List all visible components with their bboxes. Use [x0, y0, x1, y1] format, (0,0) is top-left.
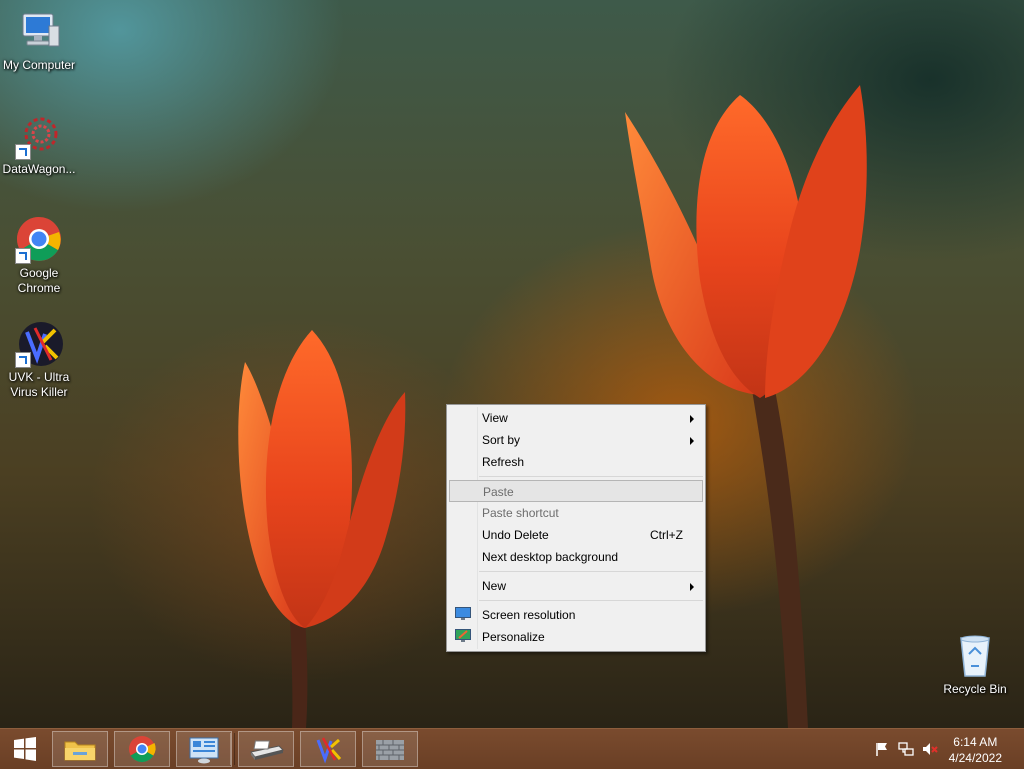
- menu-item-screen-resolution[interactable]: Screen resolution: [449, 604, 703, 626]
- taskbar-chrome[interactable]: [114, 731, 170, 767]
- menu-item-label: View: [482, 411, 508, 425]
- clock[interactable]: 6:14 AM 4/24/2022: [949, 734, 1002, 766]
- menu-separator: [479, 476, 703, 477]
- menu-separator: [479, 600, 703, 601]
- desktop-icon-label: DataWagon...: [2, 162, 76, 176]
- menu-item-label: Sort by: [482, 433, 521, 447]
- submenu-arrow-icon: [690, 415, 694, 423]
- taskbar-control-panel[interactable]: [176, 731, 232, 767]
- menu-item-next-desktop-background[interactable]: Next desktop background: [449, 546, 703, 568]
- menu-item-new[interactable]: New: [449, 575, 703, 597]
- screen-resolution-icon: [455, 607, 471, 620]
- menu-item-label: New: [482, 579, 507, 593]
- menu-item-shortcut: Ctrl+Z: [650, 528, 683, 542]
- chrome-icon: [129, 736, 156, 763]
- menu-item-paste[interactable]: Paste: [449, 480, 703, 502]
- taskbar-divider: [230, 733, 235, 765]
- taskbar-scanner[interactable]: [238, 731, 294, 767]
- windows-start-icon: [14, 737, 36, 761]
- network-icon[interactable]: [898, 741, 914, 757]
- computer-icon: [15, 8, 63, 56]
- control-panel-icon: [189, 737, 219, 764]
- menu-item-personalize[interactable]: Personalize: [449, 626, 703, 648]
- system-tray: [868, 729, 958, 769]
- desktop-wallpaper[interactable]: My Computer DataWagon... Google Chrome U…: [0, 0, 1024, 728]
- taskbar-uvk[interactable]: [300, 731, 356, 767]
- menu-item-label: Undo Delete: [482, 528, 549, 542]
- datawagon-icon: [15, 112, 63, 160]
- menu-item-view[interactable]: View: [449, 407, 703, 429]
- scanner-icon: [250, 740, 284, 760]
- menu-item-label: Paste shortcut: [482, 506, 559, 520]
- desktop-context-menu: View Sort by Refresh Paste Paste shortcu…: [446, 404, 706, 652]
- shortcut-arrow-icon: [15, 248, 31, 264]
- uvk-icon: [316, 737, 342, 764]
- start-button[interactable]: [4, 733, 44, 765]
- desktop-icon-label: My Computer: [2, 58, 76, 72]
- submenu-arrow-icon: [690, 437, 694, 445]
- personalize-icon: [455, 629, 471, 642]
- desktop-icon-label: Recycle Bin: [943, 682, 1007, 696]
- firewall-icon: [376, 740, 404, 760]
- taskbar: 6:14 AM 4/24/2022: [0, 728, 1024, 769]
- chrome-icon: [15, 216, 63, 264]
- menu-item-label: Next desktop background: [482, 550, 619, 564]
- menu-separator: [479, 571, 703, 572]
- desktop-icon-uvk[interactable]: UVK - Ultra Virus Killer: [0, 320, 78, 400]
- menu-item-label: Screen resolution: [482, 608, 576, 622]
- taskbar-file-explorer[interactable]: [52, 731, 108, 767]
- desktop-icon-label: Google Chrome: [17, 266, 61, 295]
- flag-icon[interactable]: [874, 741, 890, 757]
- desktop-icon-datawagon[interactable]: DataWagon...: [0, 112, 78, 177]
- desktop-icon-label: UVK - Ultra Virus Killer: [8, 370, 70, 399]
- menu-item-label: Personalize: [482, 630, 545, 644]
- recycle-bin-icon: [951, 632, 999, 680]
- menu-item-undo-delete[interactable]: Undo Delete Ctrl+Z: [449, 524, 703, 546]
- taskbar-firewall[interactable]: [362, 731, 418, 767]
- shortcut-arrow-icon: [15, 352, 31, 368]
- menu-item-sort-by[interactable]: Sort by: [449, 429, 703, 451]
- volume-muted-icon[interactable]: [922, 741, 938, 757]
- desktop-icon-recycle-bin[interactable]: Recycle Bin: [936, 632, 1014, 697]
- file-explorer-icon: [64, 741, 96, 761]
- clock-time: 6:14 AM: [953, 735, 998, 749]
- uvk-icon: [15, 320, 63, 368]
- clock-date: 4/24/2022: [948, 751, 1002, 765]
- submenu-arrow-icon: [690, 583, 694, 591]
- desktop-icon-google-chrome[interactable]: Google Chrome: [0, 216, 78, 296]
- menu-item-label: Paste: [483, 485, 514, 499]
- desktop-icon-my-computer[interactable]: My Computer: [0, 8, 78, 73]
- menu-item-label: Refresh: [482, 455, 525, 469]
- menu-item-paste-shortcut[interactable]: Paste shortcut: [449, 502, 703, 524]
- menu-item-refresh[interactable]: Refresh: [449, 451, 703, 473]
- shortcut-arrow-icon: [15, 144, 31, 160]
